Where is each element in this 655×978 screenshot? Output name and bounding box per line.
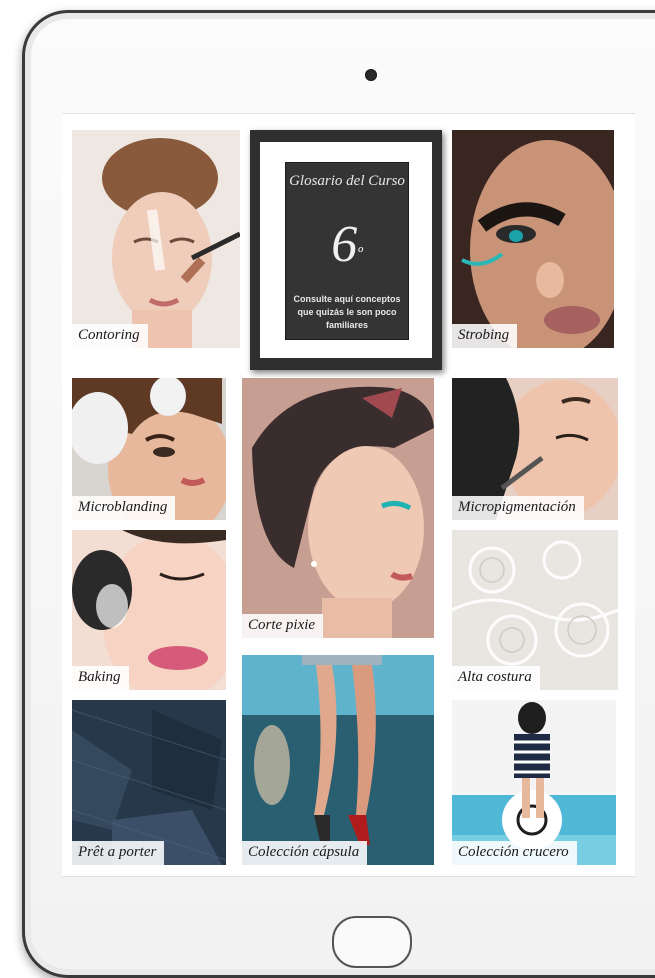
runway-legs-photo	[242, 655, 434, 865]
tile-baking[interactable]: Baking	[72, 530, 226, 690]
course-number: 6º	[331, 216, 363, 273]
tile-micropigmentacion[interactable]: Micropigmentación	[452, 378, 618, 520]
tile-label: Corte pixie	[242, 614, 324, 638]
tile-contoring[interactable]: Contoring	[72, 130, 240, 348]
tile-label: Strobing	[452, 324, 518, 348]
tile-corte-pixie[interactable]: Corte pixie	[242, 378, 434, 638]
tile-label: Prêt a porter	[72, 841, 165, 865]
tile-label: Colección crucero	[452, 841, 577, 865]
tile-pret-a-porter[interactable]: Prêt a porter	[72, 700, 226, 865]
tile-label: Colección cápsula	[242, 841, 368, 865]
tile-label: Baking	[72, 666, 129, 690]
makeup-contour-photo	[72, 130, 240, 348]
tile-label: Alta costura	[452, 666, 540, 690]
glossary-title: Glosario del Curso	[289, 173, 405, 189]
glossary-button[interactable]: Glosario del Curso 6º Consulte aquí conc…	[250, 130, 442, 370]
home-button[interactable]	[332, 916, 412, 968]
tile-microblanding[interactable]: Microblanding	[72, 378, 226, 520]
tile-label: Micropigmentación	[452, 496, 584, 520]
tile-coleccion-crucero[interactable]: Colección crucero	[452, 700, 616, 865]
tile-coleccion-capsula[interactable]: Colección cápsula	[242, 655, 434, 865]
tile-alta-costura[interactable]: Alta costura	[452, 530, 618, 690]
pixie-haircut-photo	[242, 378, 434, 638]
camera-icon	[365, 69, 377, 81]
makeup-strobing-photo	[452, 130, 614, 348]
chalkboard: Glosario del Curso 6º Consulte aquí conc…	[285, 162, 409, 340]
tile-strobing[interactable]: Strobing	[452, 130, 614, 348]
glossary-description: Consulte aquí conceptos que quizás le so…	[293, 294, 401, 330]
tile-label: Microblanding	[72, 496, 176, 520]
tile-label: Contoring	[72, 324, 148, 348]
